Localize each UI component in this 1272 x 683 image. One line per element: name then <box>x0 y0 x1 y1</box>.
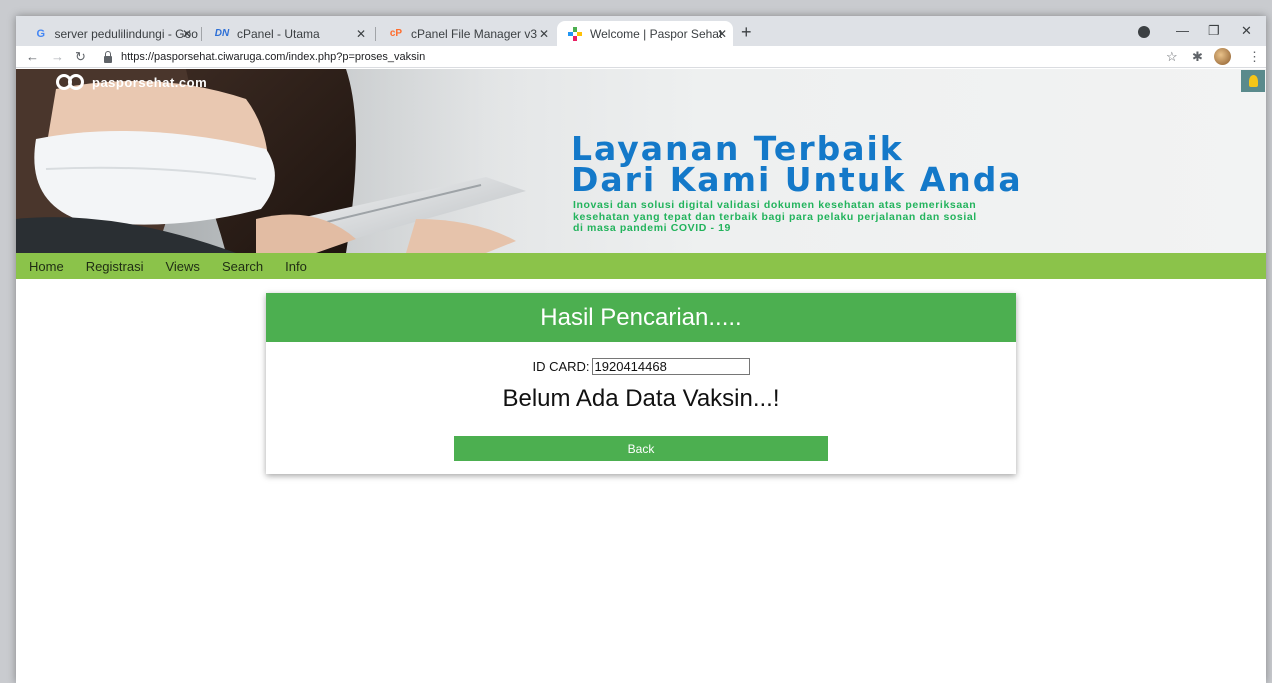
nav-search[interactable]: Search <box>222 259 263 274</box>
close-icon[interactable]: ✕ <box>717 27 727 41</box>
avatar[interactable] <box>1214 48 1231 65</box>
cpanel-icon: cP <box>389 28 403 39</box>
nav-info[interactable]: Info <box>285 259 307 274</box>
tab-cpanel-utama[interactable]: DN cPanel - Utama ✕ <box>204 21 372 46</box>
id-card-label: ID CARD: <box>532 359 590 374</box>
new-tab-icon[interactable]: + <box>741 23 752 41</box>
tab-welcome-paspor-sehat[interactable]: Welcome | Paspor Sehat ✕ <box>557 21 733 46</box>
corner-help-button[interactable] <box>1241 70 1265 92</box>
menu-kebab-icon[interactable]: ⋮ <box>1248 49 1261 65</box>
restore-icon[interactable]: ❐ <box>1208 23 1220 39</box>
result-card: Hasil Pencarian..... ID CARD: Belum Ada … <box>266 293 1016 474</box>
dn-icon: DN <box>214 28 230 39</box>
logo-text: pasporsehat.com <box>92 74 208 90</box>
headline-line-2: Dari Kami Untuk Anda <box>571 160 1023 199</box>
banner-tagline: Inovasi dan solusi digital validasi doku… <box>573 199 1213 235</box>
result-title: Hasil Pencarian..... <box>266 293 1016 342</box>
tab-title: server pedulilindungi - Google S <box>54 26 198 41</box>
profile-icon[interactable] <box>1138 26 1150 38</box>
extensions-puzzle-icon[interactable]: ✱ <box>1192 49 1203 65</box>
url-text: https://pasporsehat.ciwaruga.com/index.p… <box>121 51 426 63</box>
tab-cpanel-file-manager[interactable]: cP cPanel File Manager v3 ✕ <box>378 21 555 46</box>
no-vaccine-message: Belum Ada Data Vaksin...! <box>502 385 780 412</box>
nav-views[interactable]: Views <box>165 259 199 274</box>
close-icon[interactable]: ✕ <box>182 27 192 41</box>
tab-strip: G server pedulilindungi - Google S ✕ DN … <box>16 16 1266 46</box>
id-card-row: ID CARD: <box>266 358 1016 375</box>
tagline-line-3: di masa pandemi COVID - 19 <box>573 222 731 234</box>
close-icon[interactable]: ✕ <box>539 27 549 41</box>
tab-title: cPanel File Manager v3 <box>411 26 538 41</box>
banner-headline: Layanan Terbaik Dari Kami Untuk Anda <box>571 132 1023 199</box>
bulb-icon <box>1248 75 1258 87</box>
close-icon[interactable]: ✕ <box>356 27 366 41</box>
nav-home[interactable]: Home <box>29 259 64 274</box>
main-nav: Home Registrasi Views Search Info <box>16 253 1266 279</box>
result-body: ID CARD: Belum Ada Data Vaksin...! <box>266 358 1016 413</box>
back-arrow-icon[interactable]: ← <box>26 49 39 64</box>
google-g-icon: G <box>36 27 45 40</box>
minimize-icon[interactable]: — <box>1176 23 1189 38</box>
reload-icon[interactable]: ↻ <box>75 49 86 65</box>
tab-server-pedulilindungi[interactable]: G server pedulilindungi - Google S ✕ <box>24 21 198 46</box>
id-card-input[interactable] <box>591 358 750 375</box>
nav-registrasi[interactable]: Registrasi <box>86 259 144 274</box>
tab-title: Welcome | Paspor Sehat <box>590 26 723 41</box>
tab-title: cPanel - Utama <box>237 26 320 41</box>
banner-photo <box>16 69 536 253</box>
site-logo[interactable]: pasporsehat.com <box>54 73 207 91</box>
tab-separator <box>201 27 202 41</box>
tab-separator <box>375 27 376 41</box>
close-window-icon[interactable]: ✕ <box>1241 23 1252 39</box>
logo-mark-icon <box>54 73 90 91</box>
hero-banner: pasporsehat.com Layanan Terbaik Dari Kam… <box>16 69 1266 253</box>
browser-window: G server pedulilindungi - Google S ✕ DN … <box>16 16 1266 683</box>
browser-toolbar: ← → ↻ https://pasporsehat.ciwaruga.com/i… <box>16 46 1266 68</box>
lock-icon <box>104 50 112 63</box>
tagline-line-1: Inovasi dan solusi digital validasi doku… <box>573 199 977 211</box>
star-icon[interactable]: ☆ <box>1166 49 1178 65</box>
address-bar[interactable]: https://pasporsehat.ciwaruga.com/index.p… <box>104 48 425 66</box>
paspor-sehat-icon <box>567 26 583 42</box>
forward-arrow-icon[interactable]: → <box>51 49 64 64</box>
back-button[interactable]: Back <box>454 436 828 461</box>
